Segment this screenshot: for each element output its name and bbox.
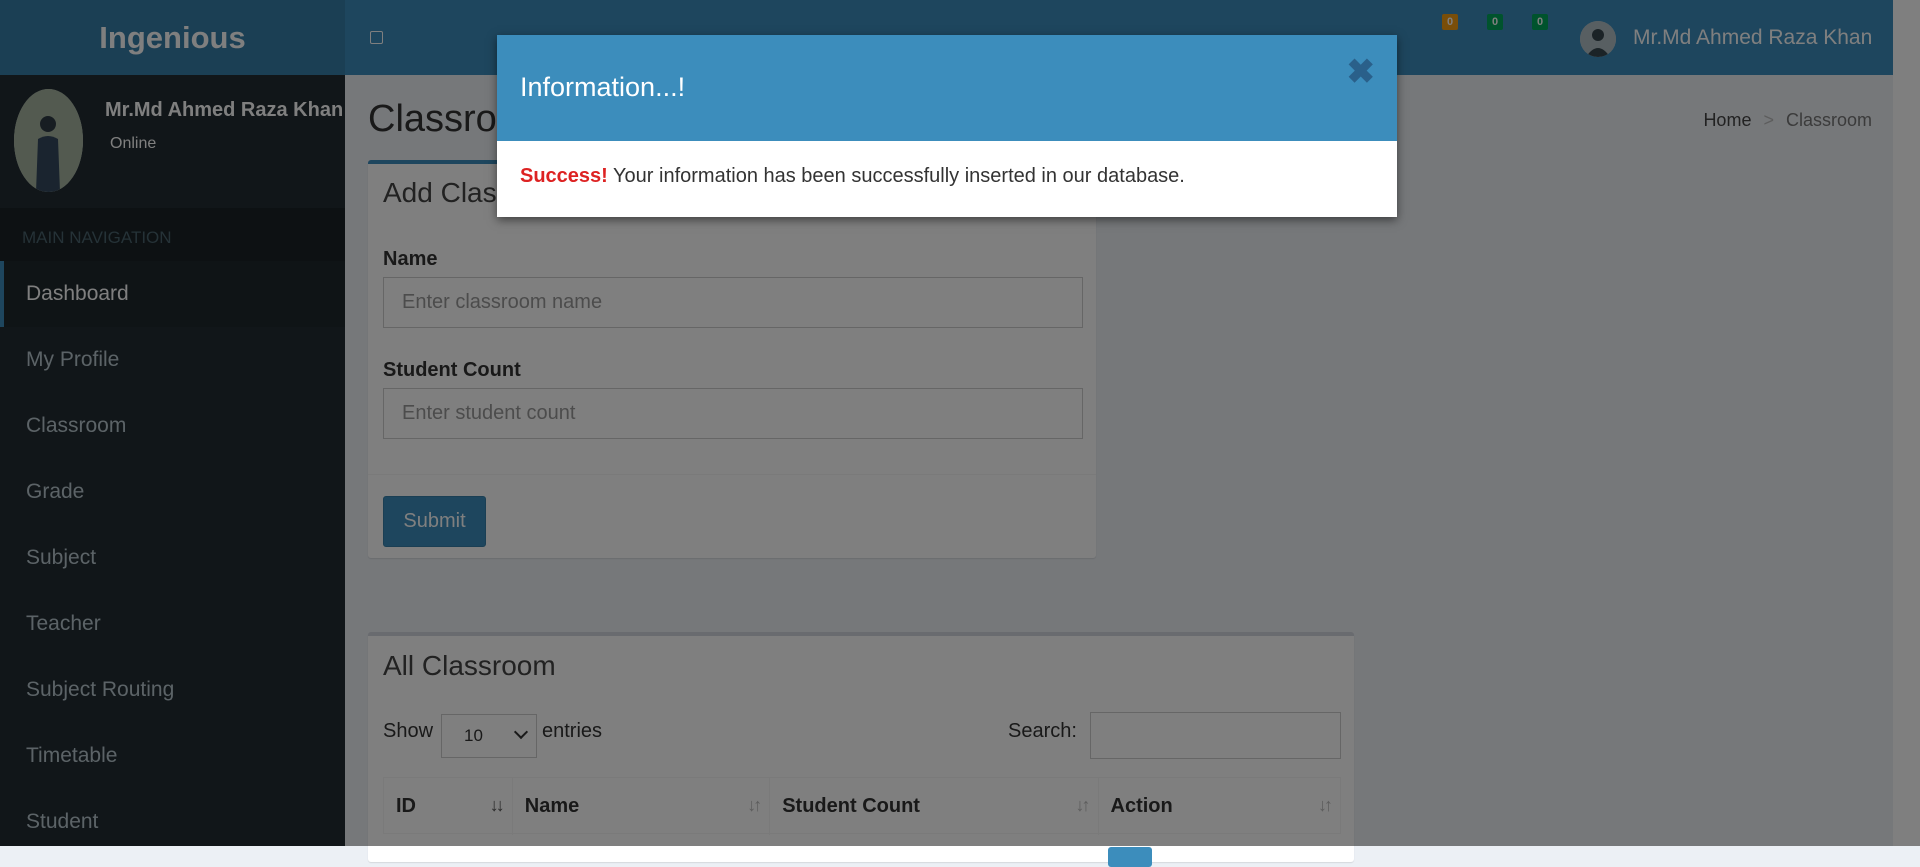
information-modal: Information...! ✖ Success! Your informat… <box>497 35 1397 217</box>
modal-title: Information...! <box>520 72 686 102</box>
success-label: Success! <box>520 165 608 187</box>
modal-message: Success! Your information has been succe… <box>520 165 1185 188</box>
close-icon[interactable]: ✖ <box>1347 52 1376 92</box>
modal-header: Information...! ✖ <box>497 35 1397 141</box>
success-message-text: Your information has been successfully i… <box>607 165 1185 187</box>
row-action-button[interactable] <box>1108 847 1152 867</box>
